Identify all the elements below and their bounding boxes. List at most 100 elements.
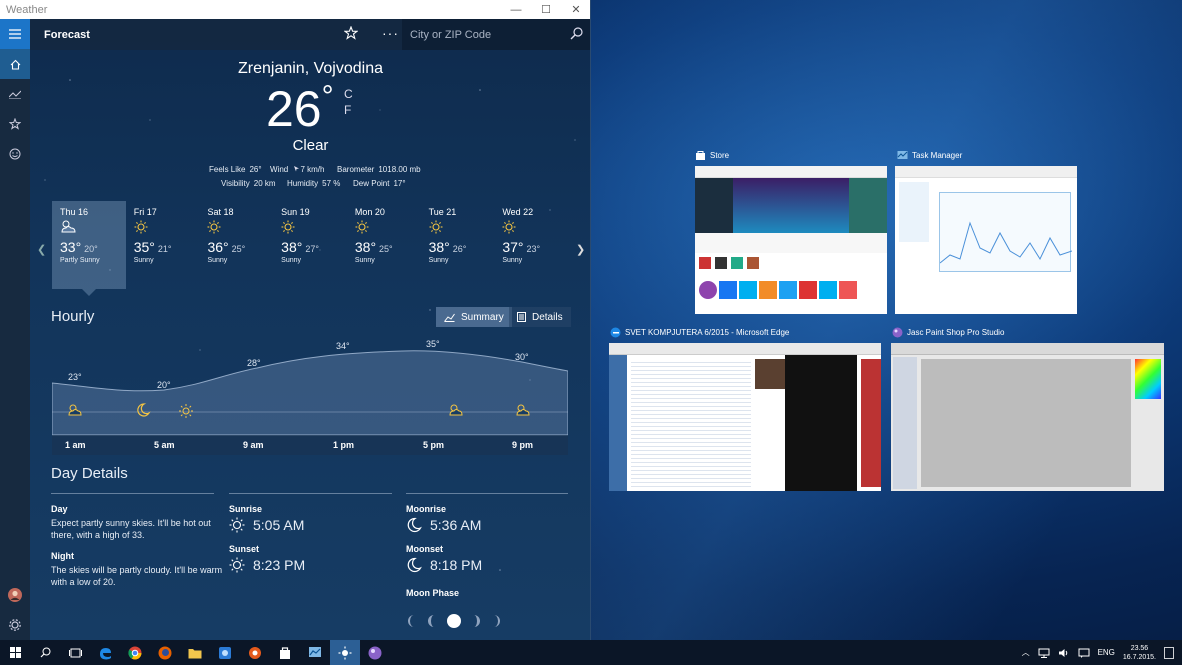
volume-icon[interactable] <box>1058 648 1070 658</box>
forecast-high: 37° <box>502 239 524 255</box>
summary-tab[interactable]: Summary <box>436 307 512 327</box>
unit-toggle: C F <box>344 86 353 118</box>
paint-shop-taskbar-button[interactable] <box>360 640 390 665</box>
settings-button[interactable] <box>0 610 30 640</box>
close-button[interactable]: ✕ <box>561 0 590 19</box>
hourly-time-band <box>52 435 568 455</box>
sunset-time: 8:23 PM <box>253 557 306 573</box>
forecast-day[interactable]: Thu 16 33° 20° Partly Sunny <box>52 201 126 289</box>
app-taskbar-button[interactable] <box>240 640 270 665</box>
forecast-prev-button[interactable]: ❮ <box>37 243 46 256</box>
night-text: The skies will be partly cloudy. It'll b… <box>51 565 223 587</box>
start-button[interactable] <box>0 640 30 665</box>
task-manager-window-title: Task Manager <box>897 150 962 161</box>
action-center-icon[interactable] <box>1164 646 1174 659</box>
nav-places[interactable] <box>0 109 30 139</box>
home-icon <box>10 59 20 70</box>
unit-celsius-button[interactable]: C <box>344 86 353 102</box>
forecast-low: 27° <box>305 244 319 254</box>
nav-maps[interactable] <box>0 79 30 109</box>
search-taskbar-button[interactable] <box>30 640 60 665</box>
edge-window-thumbnail[interactable] <box>609 343 881 491</box>
feels-like-value: 26° <box>249 165 262 174</box>
city-search-input[interactable] <box>410 28 560 41</box>
edge-browser-icon <box>100 647 111 659</box>
moonset-time: 8:18 PM <box>430 557 483 573</box>
nav-sidebar <box>0 19 30 640</box>
forecast-day[interactable]: Sat 18 36° 25° Sunny <box>199 201 273 289</box>
input-language[interactable]: ENG <box>1098 648 1115 657</box>
task-manager-taskbar-button[interactable] <box>300 640 330 665</box>
search-icon[interactable] <box>570 27 583 40</box>
app-taskbar-button[interactable] <box>210 640 240 665</box>
chrome-icon <box>128 646 142 659</box>
unit-fahrenheit-button[interactable]: F <box>344 102 353 118</box>
hourly-temp-label: 34° <box>336 341 350 351</box>
sun-times: Sunrise 5:05 AM Sunset 8:23 PM <box>229 503 389 573</box>
notification-chat-icon[interactable] <box>1078 648 1090 658</box>
edge-window-title: SVET KOMPJUTERA 6/2015 - Microsoft Edge <box>610 327 789 338</box>
day-label: Day <box>51 504 68 514</box>
folder-icon <box>188 648 202 658</box>
file-explorer-taskbar-button[interactable] <box>180 640 210 665</box>
show-hidden-icons-chevron-up-icon[interactable]: ︿ <box>1022 647 1030 658</box>
forecast-low: 26° <box>452 244 467 254</box>
day-text: Expect partly sunny skies. It'll be hot … <box>51 518 211 540</box>
task-manager-thumbnail[interactable] <box>895 166 1077 314</box>
wind-value: 7 km/h <box>300 165 325 174</box>
forecast-day[interactable]: Tue 21 38° 26° Sunny <box>421 201 495 289</box>
paint-shop-pro-icon <box>368 646 382 659</box>
sunrise-time: 5:05 AM <box>253 517 305 533</box>
nav-news[interactable] <box>0 139 30 169</box>
forecast-next-button[interactable]: ❯ <box>576 243 585 256</box>
taskbar: ︿ ENG 23.56 16.7.2015. <box>0 640 1182 665</box>
nav-forecast[interactable] <box>0 49 30 79</box>
more-options-button[interactable]: ··· <box>382 25 399 41</box>
forecast-day[interactable]: Sun 19 38° 27° Sunny <box>273 201 347 289</box>
hourly-time-label: 5 pm <box>423 440 444 450</box>
forecast-condition: Sunny <box>354 257 375 264</box>
forecast-high: 36° <box>207 239 229 255</box>
sunny-icon <box>355 220 421 236</box>
chrome-taskbar-button[interactable] <box>120 640 150 665</box>
moonset-label: Moonset <box>406 544 443 554</box>
add-favorite-star-icon[interactable] <box>344 26 358 40</box>
hourly-temperature-area <box>52 350 568 436</box>
forecast-temps: 37° 23° <box>502 239 568 255</box>
store-window-thumbnail[interactable] <box>695 166 887 314</box>
gear-icon <box>9 619 21 631</box>
forecast-high: 33° <box>60 239 82 255</box>
task-view-button[interactable] <box>60 640 90 665</box>
feels-like: Feels Like 26° <box>209 165 262 174</box>
feels-like-label: Feels Like <box>209 165 246 174</box>
maximize-button[interactable]: ☐ <box>531 0 561 19</box>
firefox-icon <box>158 646 172 659</box>
network-icon[interactable] <box>1038 648 1050 658</box>
forecast-day[interactable]: Fri 17 35° 21° Sunny <box>126 201 200 289</box>
sunset-sun-icon <box>229 557 245 573</box>
paint-window-thumbnail[interactable] <box>891 343 1164 491</box>
minimize-button[interactable]: — <box>501 0 531 19</box>
dew-point: Dew Point 17° <box>353 179 406 188</box>
forecast-day-name: Fri 17 <box>133 207 157 217</box>
forecast-low: 20° <box>84 244 98 254</box>
moon-phase-strip <box>406 613 502 629</box>
forecast-day[interactable]: Wed 22 37° 23° Sunny <box>494 201 568 289</box>
firefox-taskbar-button[interactable] <box>150 640 180 665</box>
moonrise-time: 5:36 AM <box>430 517 482 533</box>
edge-taskbar-button[interactable] <box>90 640 120 665</box>
forecast-condition: Sunny <box>281 257 302 264</box>
paint-window-title: Jasc Paint Shop Pro Studio <box>892 327 1004 338</box>
moonset-moon-icon <box>407 557 422 573</box>
forecast-day[interactable]: Mon 20 38° 25° Sunny <box>347 201 421 289</box>
store-taskbar-button[interactable] <box>270 640 300 665</box>
details-tab[interactable]: Details <box>509 307 571 327</box>
hourly-temperature-chart: 23° 20° 28° 34° 35° 30° 1 am 5 am 9 am 1… <box>52 339 568 455</box>
hourly-temp-label: 23° <box>68 372 82 382</box>
account-button[interactable] <box>0 580 30 610</box>
hamburger-menu-button[interactable] <box>0 19 30 49</box>
weather-taskbar-button[interactable] <box>330 640 360 665</box>
hamburger-icon <box>9 29 21 39</box>
hourly-temp-label: 28° <box>247 358 261 368</box>
clock[interactable]: 23.56 16.7.2015. <box>1123 644 1156 662</box>
